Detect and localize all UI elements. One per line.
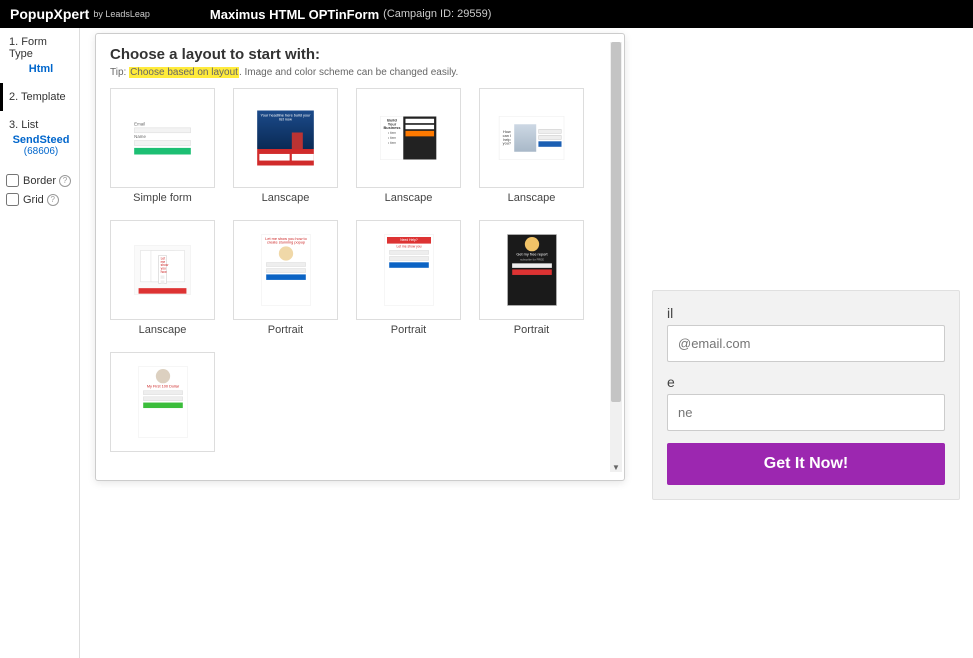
sidebar-step-formtype[interactable]: 1. Form Type Html — [0, 28, 79, 83]
template-thumb: Get my free report subscribe for FREE — [479, 220, 584, 320]
modal-tip: Tip: Choose based on layout. Image and c… — [110, 67, 610, 78]
template-landscape[interactable]: Build Your Business• item• item• item La… — [356, 88, 461, 204]
sidebar-step-value: Html — [9, 63, 73, 75]
email-input[interactable] — [667, 325, 945, 362]
template-thumb: How can I help you? — [479, 88, 584, 188]
template-portrait[interactable]: Get my free report subscribe for FREE Po… — [479, 220, 584, 336]
template-caption: Lanscape — [356, 192, 461, 204]
template-thumb: Email Name — [110, 88, 215, 188]
template-portrait[interactable]: My First 100 Dollar — [110, 352, 215, 456]
sidebar-step-label: 2. Template — [9, 91, 66, 103]
template-landscape[interactable]: Your headline here build your list now L… — [233, 88, 338, 204]
template-thumb: Your headline here build your list now — [233, 88, 338, 188]
content-area: il e Get It Now! Choose a layout to star… — [80, 28, 973, 658]
template-landscape[interactable]: How can I help you? Lanscape — [479, 88, 584, 204]
template-caption: Lanscape — [479, 192, 584, 204]
template-caption: Simple form — [110, 192, 215, 204]
grid-checkbox[interactable] — [6, 193, 19, 206]
name-label: e — [667, 374, 945, 390]
border-checkbox[interactable] — [6, 174, 19, 187]
modal-scrollbar[interactable]: ▼ — [610, 42, 622, 472]
app-header: PopupXpert by LeadsLeap Maximus HTML OPT… — [0, 0, 973, 28]
template-thumb: My First 100 Dollar — [110, 352, 215, 452]
header-title: Maximus HTML OPTinForm — [210, 7, 379, 22]
sidebar: 1. Form Type Html 2. Template 3. List Se… — [0, 28, 80, 658]
option-border[interactable]: Border ? — [6, 171, 73, 190]
sidebar-step-label: 3. List — [9, 119, 38, 131]
template-grid: Email Name Simple form Your headline her… — [110, 88, 610, 456]
template-caption: Portrait — [233, 324, 338, 336]
template-thumb: Let me show you how — [110, 220, 215, 320]
template-thumb: Let me show you how to create stunning p… — [233, 220, 338, 320]
template-thumb: Need Help? Let me show you — [356, 220, 461, 320]
sidebar-step-template[interactable]: 2. Template — [0, 83, 79, 111]
modal-title: Choose a layout to start with: — [110, 46, 610, 63]
template-caption: Lanscape — [233, 192, 338, 204]
main-layout: 1. Form Type Html 2. Template 3. List Se… — [0, 28, 973, 658]
header-campaign-id: (Campaign ID: 29559) — [383, 8, 491, 20]
template-caption: Portrait — [356, 324, 461, 336]
option-label: Border — [23, 175, 56, 187]
template-caption: Portrait — [479, 324, 584, 336]
name-input[interactable] — [667, 394, 945, 431]
sidebar-step-subvalue: (68606) — [9, 146, 73, 157]
form-preview: il e Get It Now! — [652, 290, 960, 500]
submit-button[interactable]: Get It Now! — [667, 443, 945, 485]
template-picker-modal: Choose a layout to start with: Tip: Choo… — [95, 33, 625, 481]
sidebar-step-value: SendSteed — [9, 134, 73, 146]
template-portrait[interactable]: Let me show you how to create stunning p… — [233, 220, 338, 336]
template-caption: Lanscape — [110, 324, 215, 336]
template-landscape[interactable]: Let me show you how Lanscape — [110, 220, 215, 336]
scrollbar-thumb[interactable] — [611, 42, 621, 402]
template-portrait[interactable]: Need Help? Let me show you Portrait — [356, 220, 461, 336]
option-grid[interactable]: Grid ? — [6, 190, 73, 209]
template-simple-form[interactable]: Email Name Simple form — [110, 88, 215, 204]
chevron-down-icon[interactable]: ▼ — [610, 462, 622, 474]
help-icon[interactable]: ? — [59, 175, 71, 187]
email-label: il — [667, 305, 945, 321]
option-label: Grid — [23, 194, 44, 206]
sidebar-step-label: 1. Form Type — [9, 36, 47, 60]
logo-subtitle: by LeadsLeap — [93, 9, 150, 19]
sidebar-options: Border ? Grid ? — [0, 165, 79, 215]
help-icon[interactable]: ? — [47, 194, 59, 206]
logo: PopupXpert — [10, 6, 89, 22]
sidebar-step-list[interactable]: 3. List SendSteed (68606) — [0, 111, 79, 165]
template-thumb: Build Your Business• item• item• item — [356, 88, 461, 188]
